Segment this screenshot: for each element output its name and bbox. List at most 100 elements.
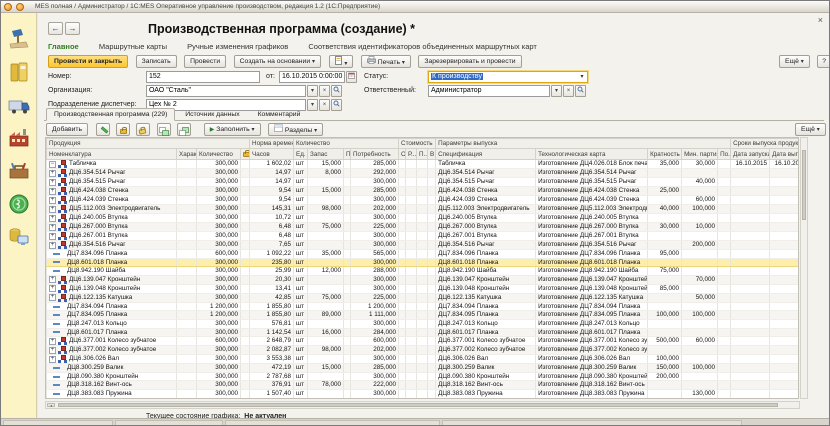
table-row[interactable]: ДЦ7.834.094 Планка1 200,0001 855,80шт1 2… <box>47 302 800 311</box>
table-row[interactable]: +ДЦ6.267.001 Втулка300,0006,48шт300,000Д… <box>47 232 800 241</box>
vertical-scrollbar[interactable] <box>800 137 808 399</box>
horizontal-scrollbar[interactable]: ◂ <box>45 401 800 409</box>
column-header-minb[interactable]: Мин. партия <box>682 149 718 160</box>
organization-dropdown-icon[interactable]: ▾ <box>307 85 318 97</box>
organization-clear-icon[interactable]: × <box>319 85 330 97</box>
post-button[interactable]: Провести <box>184 55 226 68</box>
create-based-on-button[interactable]: Создать на основании ▾ <box>234 55 321 68</box>
table-row[interactable]: +ДЦ6.377.001 Колесо зубчатое600,0002 648… <box>47 337 800 346</box>
tab-glavnoe[interactable]: Главное <box>48 42 79 51</box>
logistics-icon[interactable] <box>7 93 31 117</box>
column-header-qty[interactable]: Количество <box>197 149 241 160</box>
unlock-button[interactable] <box>136 123 150 136</box>
table-row[interactable]: ДЦ8.247.013 Кольцо300,000576,81шт300,000… <box>47 319 800 328</box>
organization-input[interactable]: ОАО "Сталь" <box>146 85 306 97</box>
desktop-icon[interactable] <box>7 27 31 51</box>
table-row[interactable]: ДЦ8.601.018 Планка300,000235,80шт300,000… <box>47 258 800 267</box>
table-row[interactable]: +ДЦ6.267.000 Втулка300,0006,48шт75,00022… <box>47 223 800 232</box>
column-header-spec[interactable]: Спецификация <box>436 149 536 160</box>
table-row[interactable]: −Табличка300,0001 602,02шт15,000285,000Т… <box>47 160 800 169</box>
tab-ruchnye-izmeneniya[interactable]: Ручные изменения графиков <box>187 42 288 51</box>
table-row[interactable]: ДЦ8.942.190 Шайба300,00025,99шт12,000288… <box>47 267 800 276</box>
table-row[interactable]: ДЦ8.090.380 Кронштейн300,0002 787,68шт30… <box>47 372 800 381</box>
vertical-scrollbar-thumb[interactable] <box>802 150 806 220</box>
back-button[interactable]: ← <box>48 22 63 35</box>
table-row[interactable]: +ДЦ6.354.515 Рычаг300,00014,97шт300,000Д… <box>47 178 800 187</box>
column-header-demand[interactable]: Потребность <box>351 149 399 160</box>
table-row[interactable]: +ДЦ6.139.048 Кронштейн300,00013,41шт300,… <box>47 284 800 293</box>
column-header-tech[interactable]: Технологическая карта <box>536 149 648 160</box>
post-and-close-button[interactable]: Провести и закрыть <box>48 55 128 68</box>
table-row[interactable]: ДЦ8.601.017 Планка300,0001 142,54шт16,00… <box>47 328 800 337</box>
column-header-o[interactable]: О... <box>399 149 406 160</box>
department-open-icon[interactable] <box>331 99 342 111</box>
table-row[interactable]: +ДЦ6.306.026 Вал300,0003 553,38шт300,000… <box>47 355 800 364</box>
table-row[interactable]: ДЦ8.383.083 Пружина300,0001 507,40шт300,… <box>47 389 800 398</box>
expand-icon[interactable]: + <box>49 179 56 186</box>
form-close-icon[interactable]: × <box>818 15 823 25</box>
status-combobox[interactable]: К производству <box>428 71 588 83</box>
expand-icon[interactable]: + <box>49 224 56 231</box>
column-header-name[interactable]: Номенклатура <box>47 149 177 160</box>
department-clear-icon[interactable]: × <box>319 99 330 111</box>
table-row[interactable]: +ДЦ6.424.038 Стенка300,0009,54шт15,00028… <box>47 187 800 196</box>
calendar-icon[interactable] <box>346 71 357 83</box>
table-row[interactable]: ДЦ7.834.096 Планка600,0001 092,22шт35,00… <box>47 250 800 259</box>
table-row[interactable]: +ДЦ6.122.135 Катушка300,00042,85шт75,000… <box>47 293 800 302</box>
table-more-button[interactable]: Ещё ▾ <box>795 123 826 136</box>
production-icon[interactable] <box>7 126 31 150</box>
add-button[interactable]: Добавить <box>46 123 88 136</box>
expand-icon[interactable]: + <box>49 356 56 363</box>
table-row[interactable]: +ДЦ6.139.047 Кронштейн300,00020,30шт300,… <box>47 275 800 284</box>
finance-icon[interactable] <box>7 192 31 216</box>
expand-icon[interactable]: + <box>49 233 56 240</box>
edit-button[interactable] <box>96 123 110 136</box>
subtab-data-source[interactable]: Источник данных <box>177 108 247 121</box>
form-more-button[interactable]: Ещё ▾ <box>779 55 810 68</box>
date-input[interactable]: 16.10.2015 0:00:00 <box>279 71 345 83</box>
reserve-and-post-button[interactable]: Зарезервировать и провести <box>418 55 521 68</box>
tab-sootvetstviya[interactable]: Соответствия идентификаторов объединенны… <box>308 42 536 51</box>
window-menu-button[interactable] <box>4 3 12 11</box>
help-button[interactable]: ? <box>817 55 830 68</box>
scroll-left-icon[interactable]: ◂ <box>47 403 55 407</box>
expand-icon[interactable]: + <box>49 347 56 354</box>
data-icon[interactable] <box>7 225 31 249</box>
column-header-unit[interactable]: Ед. <box>294 149 308 160</box>
expand-icon[interactable]: + <box>49 188 56 195</box>
report-menu-button[interactable]: ▾ <box>329 55 354 68</box>
collapse-icon[interactable]: − <box>49 161 56 168</box>
responsible-dropdown-icon[interactable]: ▾ <box>551 85 562 97</box>
responsible-clear-icon[interactable]: × <box>563 85 574 97</box>
number-input[interactable]: 152 <box>146 71 260 83</box>
table-row[interactable]: +ДЦ6.354.514 Рычаг300,00014,97шт8,000292… <box>47 169 800 178</box>
expand-icon[interactable]: + <box>49 338 56 345</box>
column-header-p[interactable]: П <box>344 149 351 160</box>
table-row[interactable]: ДЦ7.834.095 Планка1 200,0001 855,80шт89,… <box>47 311 800 320</box>
table-row[interactable]: +ДЦ5.112.003 Электродвигатель300,000145,… <box>47 205 800 214</box>
expand-icon[interactable]: + <box>49 294 56 301</box>
table-row[interactable]: +ДЦ6.424.039 Стенка300,0009,54шт300,000Д… <box>47 196 800 205</box>
write-button[interactable]: Записать <box>136 55 177 68</box>
expand-icon[interactable]: + <box>49 285 56 292</box>
table-row[interactable]: +ДЦ6.240.005 Втулка300,00010,72шт300,000… <box>47 214 800 223</box>
table-row[interactable]: +ДЦ6.354.516 Рычаг300,0007,65шт300,000ДЦ… <box>47 241 800 250</box>
lock-button[interactable] <box>116 123 130 136</box>
table-row[interactable]: ДЦ8.318.162 Винт-ось300,000376,91шт78,00… <box>47 381 800 390</box>
expand-icon[interactable]: + <box>49 242 56 249</box>
responsible-open-icon[interactable] <box>575 85 586 97</box>
expand-icon[interactable]: + <box>49 170 56 177</box>
column-header-d2[interactable]: Дата выпуска <box>770 149 799 160</box>
expand-icon[interactable]: + <box>49 276 56 283</box>
column-header-v[interactable]: В <box>428 149 436 160</box>
column-header-hours[interactable]: Часов <box>250 149 294 160</box>
window-minimize-button[interactable] <box>16 3 24 11</box>
department-dropdown-icon[interactable]: ▾ <box>307 99 318 111</box>
move-down-level-button[interactable] <box>177 123 191 136</box>
subtab-production-program[interactable]: Производственная программа (229) <box>46 108 175 121</box>
table-row[interactable]: ДЦ8.300.259 Валик300,000472,19шт15,00028… <box>47 364 800 373</box>
organization-open-icon[interactable] <box>331 85 342 97</box>
move-up-level-button[interactable] <box>157 123 171 136</box>
table-row[interactable]: ДЦ8.090.381 Кронштейн300,0001 353,99шт58… <box>47 398 800 399</box>
expand-icon[interactable]: + <box>49 206 56 213</box>
